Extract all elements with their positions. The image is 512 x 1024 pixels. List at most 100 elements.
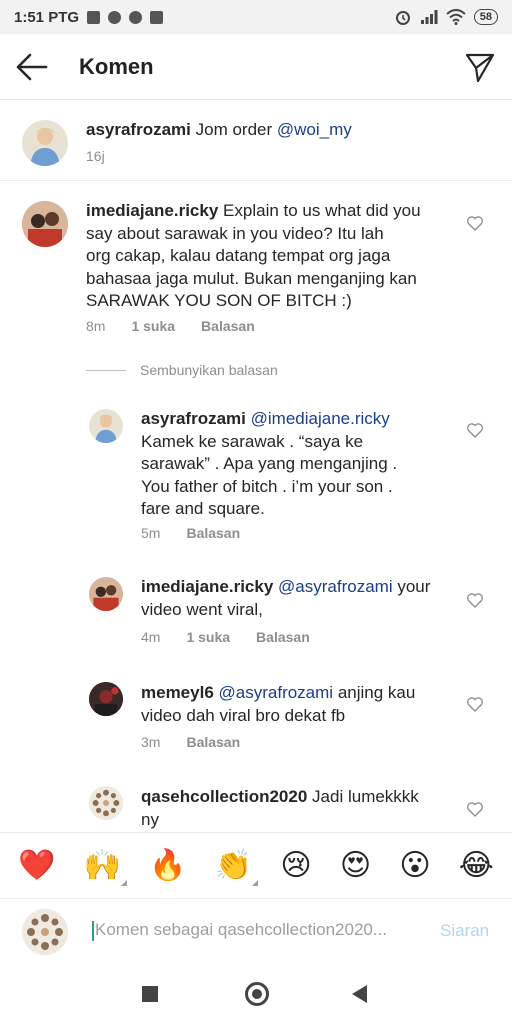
reply-line: video dah viral bro dekat fb (141, 705, 346, 725)
mention-link[interactable]: @asyrafrozami (219, 683, 334, 702)
comment-line: say about sarawak in you video? Itu lah (86, 223, 384, 243)
username[interactable]: memeyl6 (141, 683, 214, 702)
reply-line: You father of bitch . i’m your son . (141, 476, 393, 496)
reply-button[interactable]: Balasan (201, 318, 255, 334)
likes-count[interactable]: 1 suka (186, 629, 230, 645)
heart-eyes-emoji-button[interactable]: 😍 (340, 848, 371, 884)
recents-icon[interactable] (142, 986, 158, 1002)
reply-line: ny (141, 809, 159, 829)
comment-text: imediajane.ricky Explain to us what did … (86, 200, 456, 313)
arrow-left-icon[interactable] (14, 52, 48, 82)
reply-meta: 5m Balasan (141, 525, 240, 541)
avatar[interactable] (89, 577, 123, 611)
avatar[interactable] (89, 786, 123, 820)
comment-time: 5m (141, 525, 161, 541)
divider-line (86, 369, 126, 371)
mention-link[interactable]: @asyrafrozami (278, 577, 393, 596)
caption-item: asyrafrozami Jom order @woi_my 16j (0, 100, 512, 180)
username[interactable]: imediajane.ricky (141, 577, 273, 596)
avatar (22, 909, 68, 955)
comment-time: 4m (141, 629, 161, 645)
skin-tone-indicator (121, 879, 128, 886)
app-header: Komen (0, 34, 512, 100)
reply-meta: 3m Balasan (141, 734, 240, 750)
reply-line: Jadi lumekkkk (312, 787, 419, 806)
comment-composer: Komen sebagai qasehcollection2020... Sia… (0, 898, 512, 964)
reply-text: qasehcollection2020 Jadi lumekkkk ny (141, 786, 451, 831)
hide-replies-toggle[interactable]: Sembunyikan balasan (86, 362, 278, 378)
comment-line: bahasaa jaga mulut. Bukan menganjing kan (86, 268, 417, 288)
reply-line: sarawak” . Apa yang menganjing . (141, 454, 398, 473)
status-bar: 1:51 PTG 58 (0, 0, 512, 34)
heart-icon[interactable] (466, 695, 484, 713)
fire-emoji-button[interactable]: 🔥 (149, 848, 186, 884)
username[interactable]: imediajane.ricky (86, 201, 218, 220)
reply-line: anjing kau (337, 683, 416, 702)
text-caret (92, 920, 94, 941)
comment-meta: 8m 1 suka Balasan (86, 318, 255, 334)
mention-link[interactable]: @woi_my (277, 120, 352, 139)
reply-line: Kamek ke sarawak . “saya ke (141, 431, 364, 451)
reply-item: memeyl6 @asyrafrozami anjing kau video d… (0, 670, 512, 770)
hide-replies-label: Sembunyikan balasan (140, 362, 278, 378)
reply-button[interactable]: Balasan (256, 629, 310, 645)
reply-text: imediajane.ricky @asyrafrozami your vide… (141, 576, 451, 621)
reply-line: your (397, 577, 431, 596)
wifi-icon (446, 9, 466, 25)
facebook-icon (108, 10, 122, 24)
avatar[interactable] (22, 201, 68, 247)
signal-icon (420, 10, 438, 24)
comment-time: 16j (86, 148, 105, 164)
username[interactable]: asyrafrozami (86, 120, 191, 139)
back-icon[interactable] (352, 985, 367, 1003)
raising-hands-emoji-button[interactable]: 🙌 (83, 847, 128, 886)
username[interactable]: qasehcollection2020 (141, 787, 307, 806)
laughing-emoji-button[interactable]: 😂 (459, 848, 494, 884)
message-icon (87, 10, 101, 24)
paper-plane-icon[interactable] (464, 51, 496, 83)
app-icon (129, 10, 143, 24)
username[interactable]: asyrafrozami (141, 409, 246, 428)
raising-hands-emoji: 🙌 (83, 847, 122, 883)
comment-input[interactable]: Komen sebagai qasehcollection2020... (92, 920, 422, 941)
reply-item: qasehcollection2020 Jadi lumekkkk ny (0, 776, 512, 832)
reply-meta: 4m 1 suka Balasan (141, 629, 310, 645)
likes-count[interactable]: 1 suka (131, 318, 175, 334)
reply-line: video went viral, (141, 599, 263, 619)
caption-meta: 16j (86, 148, 105, 164)
post-button[interactable]: Siaran (440, 921, 489, 941)
comment-line: Explain to us what did you (223, 201, 421, 220)
heart-icon[interactable] (466, 800, 484, 818)
clapping-emoji: 👏 (214, 847, 253, 883)
clapping-emoji-button[interactable]: 👏 (214, 847, 259, 886)
avatar[interactable] (89, 682, 123, 716)
comment-item: imediajane.ricky Explain to us what did … (0, 180, 512, 350)
heart-icon[interactable] (466, 591, 484, 609)
heart-icon[interactable] (466, 421, 484, 439)
heart-emoji-button[interactable]: ❤️ (18, 848, 55, 884)
caption-body: Jom order (195, 120, 273, 139)
reply-text: asyrafrozami @imediajane.ricky Kamek ke … (141, 408, 441, 521)
system-nav-bar (0, 964, 512, 1024)
heart-icon[interactable] (466, 214, 484, 232)
comment-time: 3m (141, 734, 161, 750)
comment-input-placeholder: Komen sebagai qasehcollection2020... (95, 920, 388, 939)
mention-link[interactable]: @imediajane.ricky (251, 409, 390, 428)
reply-line: fare and square. (141, 499, 265, 518)
comment-list[interactable]: asyrafrozami Jom order @woi_my 16j imedi… (0, 100, 512, 832)
caption-text: asyrafrozami Jom order @woi_my (86, 119, 352, 142)
reply-item: asyrafrozami @imediajane.ricky Kamek ke … (0, 396, 512, 556)
crying-emoji-button[interactable]: 😢 (280, 848, 311, 884)
comment-time: 8m (86, 318, 106, 334)
status-time: 1:51 PTG (14, 8, 80, 26)
home-icon[interactable] (245, 982, 269, 1006)
surprised-emoji-button[interactable]: 😮 (399, 848, 430, 884)
avatar[interactable] (22, 120, 68, 166)
reply-button[interactable]: Balasan (186, 734, 240, 750)
comment-line: org cakap, kalau datang tempat org jaga (86, 246, 391, 265)
battery-icon: 58 (473, 9, 498, 25)
avatar[interactable] (89, 409, 123, 443)
reply-button[interactable]: Balasan (186, 525, 240, 541)
reply-text: memeyl6 @asyrafrozami anjing kau video d… (141, 682, 451, 727)
store-icon (150, 10, 164, 24)
